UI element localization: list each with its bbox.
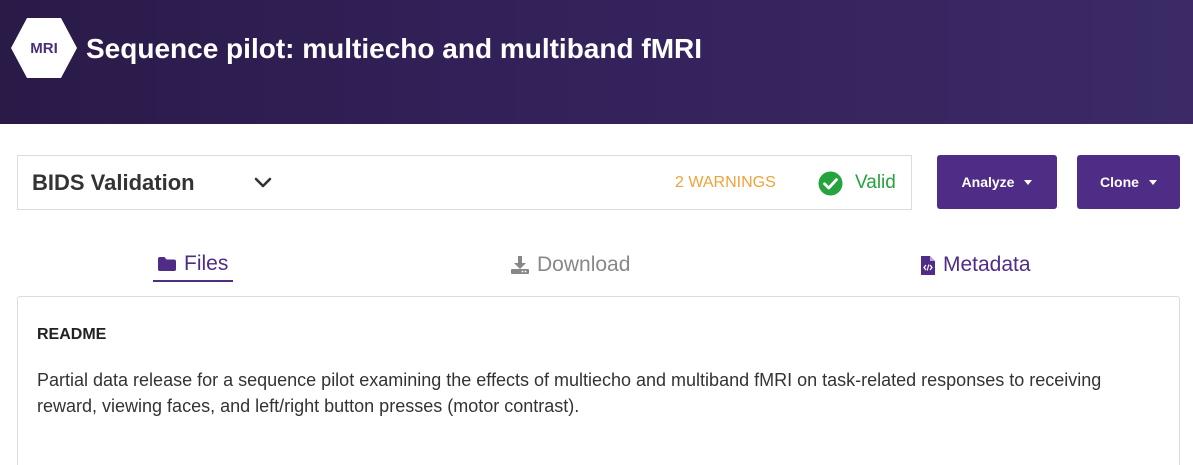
readme-text: Partial data release for a sequence pilo… — [37, 370, 1102, 416]
code-file-icon — [921, 255, 935, 275]
caret-down-icon — [1024, 180, 1033, 185]
page-title: Sequence pilot: multiecho and multiband … — [86, 33, 703, 64]
bids-validation-panel[interactable]: BIDS Validation 2 WARNINGS Valid — [17, 155, 912, 210]
analyze-button[interactable]: Analyze — [937, 155, 1057, 209]
readme-panel: README Partial data release for a sequen… — [17, 296, 1180, 465]
validation-title: BIDS Validation — [32, 170, 195, 195]
clone-label: Clone — [1100, 174, 1139, 190]
readme-heading: README — [37, 326, 107, 343]
clone-button[interactable]: Clone — [1077, 155, 1180, 209]
warnings-count[interactable]: 2 WARNINGS — [675, 174, 776, 192]
tab-files[interactable]: Files — [153, 248, 233, 282]
tab-metadata[interactable]: Metadata — [920, 248, 1031, 282]
dataset-header: MRI Sequence pilot: multiecho and multib… — [0, 0, 1193, 124]
modality-badge: MRI — [11, 17, 77, 79]
folder-icon — [158, 257, 176, 271]
analyze-label: Analyze — [961, 174, 1015, 190]
check-circle-icon — [818, 171, 843, 196]
tab-metadata-label: Metadata — [943, 253, 1031, 276]
validation-status: Valid — [855, 172, 896, 193]
tab-files-label: Files — [184, 252, 229, 275]
download-icon — [511, 256, 529, 274]
tab-download-label: Download — [537, 253, 631, 276]
caret-down-icon — [1148, 180, 1157, 185]
chevron-down-icon[interactable] — [254, 175, 272, 191]
tab-download[interactable]: Download — [510, 248, 630, 282]
modality-label: MRI — [30, 39, 58, 57]
